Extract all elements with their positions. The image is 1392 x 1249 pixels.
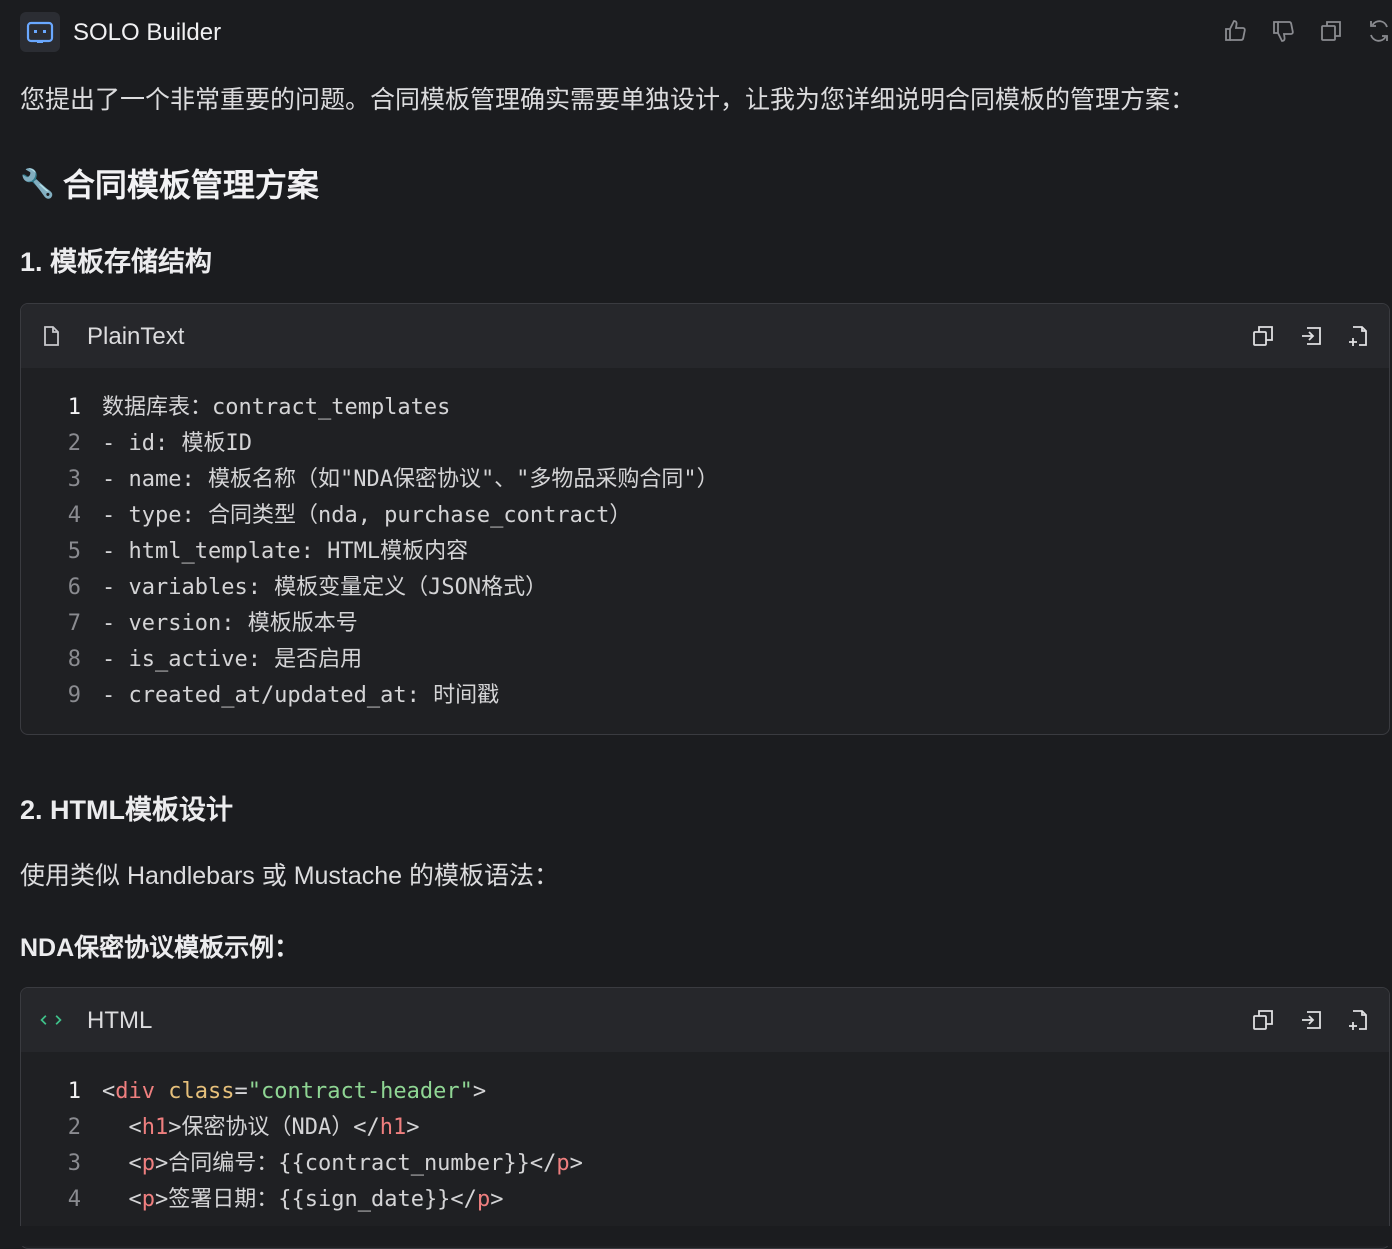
code-token: > — [490, 1187, 504, 1212]
code-text: <p>合同编号：{{contract_number}}</p> — [102, 1146, 583, 1182]
code-token: >签署日期：{{sign_date}}</ — [155, 1187, 477, 1212]
app-name: SOLO Builder — [73, 19, 222, 46]
code-token: < — [102, 1079, 116, 1104]
line-number: 8 — [67, 647, 81, 672]
code-line: 6 - variables: 模板变量定义（JSON格式） — [21, 570, 1389, 606]
code-token: h1 — [379, 1115, 407, 1140]
file-icon — [39, 324, 63, 348]
code-token: > — [569, 1151, 583, 1176]
code-token: < — [102, 1115, 142, 1140]
code-block-html: HTML 1 <div class="contract-header"> 2 <h1… — [20, 987, 1390, 1249]
section-title: 合同模板管理方案 — [62, 167, 319, 203]
code-block-header: PlainText — [21, 304, 1389, 368]
line-number: 6 — [67, 575, 81, 600]
code-token: p — [141, 1151, 155, 1176]
nda-example-label: NDA保密协议模板示例： — [20, 934, 300, 962]
code-text: - created_at/updated_at: 时间戳 — [102, 683, 500, 708]
thumbs-up-icon[interactable] — [1222, 18, 1248, 44]
code-body: 1 <div class="contract-header"> 2 <h1>保密协议… — [21, 1052, 1389, 1218]
code-text: <div class="contract-header"> — [102, 1074, 486, 1110]
new-file-icon[interactable] — [1347, 1008, 1371, 1032]
code-line: 1 数据库表：contract_templates — [21, 390, 1389, 426]
insert-code-icon[interactable] — [1299, 1008, 1323, 1032]
code-text: - id: 模板ID — [102, 431, 252, 456]
code-line: 5 - html_template: HTML模板内容 — [21, 534, 1389, 570]
code-token: < — [102, 1151, 142, 1176]
code-actions — [1251, 324, 1371, 348]
insert-code-icon[interactable] — [1299, 324, 1323, 348]
code-line: 3 - name: 模板名称（如"NDA保密协议"、"多物品采购合同"） — [21, 462, 1389, 498]
line-number: 7 — [67, 611, 81, 636]
line-number: 4 — [67, 503, 81, 528]
line-number: 1 — [67, 1079, 81, 1104]
template-syntax-text: 使用类似 Handlebars 或 Mustache 的模板语法： — [20, 862, 560, 890]
regenerate-icon[interactable] — [1366, 18, 1392, 44]
code-text: - is_active: 是否启用 — [102, 647, 363, 672]
code-line: 3 <p>合同编号：{{contract_number}}</p> — [21, 1146, 1389, 1182]
copy-code-icon[interactable] — [1251, 324, 1275, 348]
viewport-bottom — [0, 1226, 1392, 1246]
line-number: 3 — [67, 1151, 81, 1176]
code-token: class — [168, 1079, 235, 1104]
code-token: >合同编号：{{contract_number}}</ — [155, 1151, 557, 1176]
message-header: SOLO Builder — [20, 12, 1392, 52]
code-token: h1 — [141, 1115, 169, 1140]
new-file-icon[interactable] — [1347, 324, 1371, 348]
code-line: 8 - is_active: 是否启用 — [21, 642, 1389, 678]
code-text: - type: 合同类型（nda, purchase_contract） — [102, 503, 632, 528]
code-line: 9 - created_at/updated_at: 时间戳 — [21, 678, 1389, 714]
code-line: 4 <p>签署日期：{{sign_date}}</p> — [21, 1182, 1389, 1218]
code-text: - html_template: HTML模板内容 — [102, 539, 469, 564]
code-token: div — [115, 1079, 155, 1104]
code-language-label: HTML — [87, 1007, 153, 1034]
wrench-icon: 🔧 — [20, 167, 55, 199]
code-token: > — [406, 1115, 420, 1140]
line-number: 3 — [67, 467, 81, 492]
code-token: p — [556, 1151, 570, 1176]
code-token: >保密协议（NDA）</ — [168, 1115, 380, 1140]
thumbs-down-icon[interactable] — [1270, 18, 1296, 44]
code-token: > — [472, 1079, 487, 1104]
copy-icon[interactable] — [1318, 18, 1344, 44]
code-line: 1 <div class="contract-header"> — [21, 1074, 1389, 1110]
message-actions — [1222, 18, 1392, 44]
code-text: - version: 模板版本号 — [102, 611, 358, 636]
robot-avatar-icon — [20, 12, 60, 52]
line-number: 9 — [67, 683, 81, 708]
code-line: 2 - id: 模板ID — [21, 426, 1389, 462]
code-actions — [1251, 1008, 1371, 1032]
code-text: <p>签署日期：{{sign_date}}</p> — [102, 1182, 503, 1218]
code-token: < — [102, 1187, 142, 1212]
code-block-plaintext: PlainText 1 数据库表：contract_templates 2 - id:… — [20, 303, 1390, 735]
code-brackets-icon — [39, 1008, 63, 1032]
line-number: 5 — [67, 539, 81, 564]
code-text: 数据库表：contract_templates — [102, 395, 451, 420]
code-block-header: HTML — [21, 988, 1389, 1052]
line-number: 2 — [67, 431, 81, 456]
code-line: 4 - type: 合同类型（nda, purchase_contract） — [21, 498, 1389, 534]
code-text: - variables: 模板变量定义（JSON格式） — [102, 575, 548, 600]
code-token: "contract-header" — [247, 1079, 473, 1104]
line-number: 4 — [67, 1187, 81, 1212]
code-language-label: PlainText — [87, 323, 185, 350]
copy-code-icon[interactable] — [1251, 1008, 1275, 1032]
subsection-1-title: 1. 模板存储结构 — [20, 247, 213, 277]
line-number: 2 — [67, 1115, 81, 1140]
code-token: p — [141, 1187, 155, 1212]
line-number: 1 — [67, 395, 81, 420]
code-token: = — [234, 1079, 248, 1104]
code-text: <h1>保密协议（NDA）</h1> — [102, 1110, 419, 1146]
code-body: 1 数据库表：contract_templates 2 - id: 模板ID 3 - na… — [21, 368, 1389, 714]
section-heading: 🔧 合同模板管理方案 — [20, 160, 319, 206]
code-text: - name: 模板名称（如"NDA保密协议"、"多物品采购合同"） — [102, 467, 719, 492]
subsection-2-title: 2. HTML模板设计 — [20, 795, 233, 825]
code-line: 2 <h1>保密协议（NDA）</h1> — [21, 1110, 1389, 1146]
code-line: 7 - version: 模板版本号 — [21, 606, 1389, 642]
code-token: p — [476, 1187, 491, 1212]
intro-text: 您提出了一个非常重要的问题。合同模板管理确实需要单独设计，让我为您详细说明合同模… — [20, 86, 1196, 114]
